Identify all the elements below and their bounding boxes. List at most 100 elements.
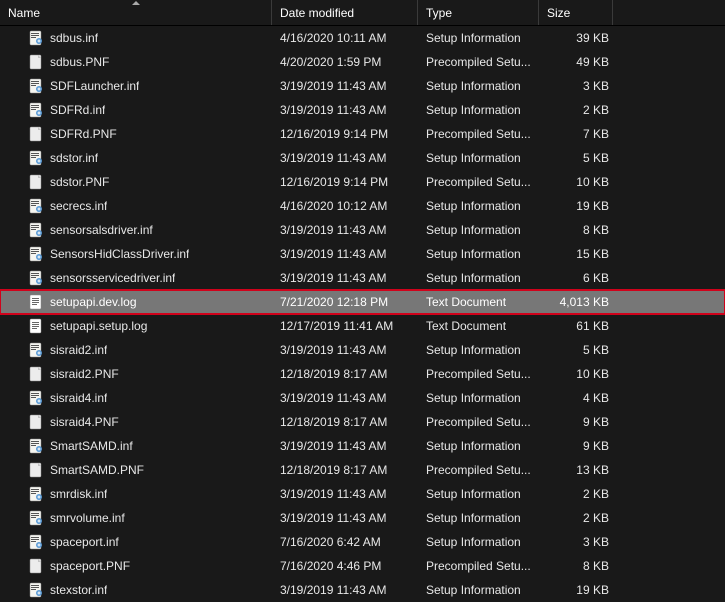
file-row[interactable]: secrecs.inf4/16/2020 10:12 AMSetup Infor… [0, 194, 725, 218]
file-name: smrdisk.inf [50, 487, 107, 501]
file-name: SDFRd.PNF [50, 127, 117, 141]
pnf-file-icon [28, 462, 44, 478]
file-name-cell: sdstor.inf [0, 146, 272, 170]
file-type-cell: Precompiled Setu... [418, 458, 539, 482]
inf-file-icon [28, 222, 44, 238]
file-type-cell: Setup Information [418, 266, 539, 290]
file-size-cell: 5 KB [539, 146, 619, 170]
file-size-cell: 19 KB [539, 194, 619, 218]
file-name-cell: SmartSAMD.PNF [0, 458, 272, 482]
column-header-row: Name Date modified Type Size [0, 0, 725, 26]
file-name-cell: secrecs.inf [0, 194, 272, 218]
file-type-cell: Precompiled Setu... [418, 122, 539, 146]
file-date-cell: 3/19/2019 11:43 AM [272, 434, 418, 458]
file-row[interactable]: sisraid2.inf3/19/2019 11:43 AMSetup Info… [0, 338, 725, 362]
file-row[interactable]: sdstor.PNF12/16/2019 9:14 PMPrecompiled … [0, 170, 725, 194]
file-row[interactable]: SmartSAMD.inf3/19/2019 11:43 AMSetup Inf… [0, 434, 725, 458]
file-row[interactable]: setupapi.setup.log12/17/2019 11:41 AMTex… [0, 314, 725, 338]
file-size-cell: 2 KB [539, 482, 619, 506]
file-type-cell: Setup Information [418, 218, 539, 242]
file-type-cell: Setup Information [418, 194, 539, 218]
file-name-cell: spaceport.inf [0, 530, 272, 554]
file-size-cell: 5 KB [539, 338, 619, 362]
file-row[interactable]: sensorsservicedriver.inf3/19/2019 11:43 … [0, 266, 725, 290]
file-date-cell: 4/16/2020 10:12 AM [272, 194, 418, 218]
file-row[interactable]: SDFLauncher.inf3/19/2019 11:43 AMSetup I… [0, 74, 725, 98]
file-type-cell: Setup Information [418, 530, 539, 554]
file-row[interactable]: SDFRd.inf3/19/2019 11:43 AMSetup Informa… [0, 98, 725, 122]
inf-file-icon [28, 150, 44, 166]
file-name-cell: sensorsservicedriver.inf [0, 266, 272, 290]
column-header-date[interactable]: Date modified [272, 0, 418, 25]
file-row[interactable]: sisraid4.PNF12/18/2019 8:17 AMPrecompile… [0, 410, 725, 434]
file-size-cell: 2 KB [539, 506, 619, 530]
file-row[interactable]: smrvolume.inf3/19/2019 11:43 AMSetup Inf… [0, 506, 725, 530]
file-row[interactable]: sisraid4.inf3/19/2019 11:43 AMSetup Info… [0, 386, 725, 410]
file-name-cell: SensorsHidClassDriver.inf [0, 242, 272, 266]
file-row[interactable]: sdbus.PNF4/20/2020 1:59 PMPrecompiled Se… [0, 50, 725, 74]
file-name: sdstor.inf [50, 151, 98, 165]
inf-file-icon [28, 510, 44, 526]
file-row[interactable]: setupapi.dev.log7/21/2020 12:18 PMText D… [0, 290, 725, 314]
file-row[interactable]: sisraid2.PNF12/18/2019 8:17 AMPrecompile… [0, 362, 725, 386]
column-header-label: Size [547, 6, 570, 20]
file-size-cell: 4,013 KB [539, 290, 619, 314]
file-row[interactable]: smrdisk.inf3/19/2019 11:43 AMSetup Infor… [0, 482, 725, 506]
file-row[interactable]: spaceport.PNF7/16/2020 4:46 PMPrecompile… [0, 554, 725, 578]
file-type-cell: Setup Information [418, 338, 539, 362]
file-row[interactable]: spaceport.inf7/16/2020 6:42 AMSetup Info… [0, 530, 725, 554]
file-row[interactable]: stexstor.inf3/19/2019 11:43 AMSetup Info… [0, 578, 725, 602]
inf-file-icon [28, 270, 44, 286]
file-name-cell: smrdisk.inf [0, 482, 272, 506]
sort-ascending-icon [132, 1, 140, 5]
pnf-file-icon [28, 414, 44, 430]
file-name: setupapi.setup.log [50, 319, 147, 333]
column-header-size[interactable]: Size [539, 0, 613, 25]
file-name-cell: sdbus.inf [0, 26, 272, 50]
file-size-cell: 9 KB [539, 410, 619, 434]
inf-file-icon [28, 486, 44, 502]
file-row[interactable]: sdbus.inf4/16/2020 10:11 AMSetup Informa… [0, 26, 725, 50]
file-name-cell: sisraid4.inf [0, 386, 272, 410]
file-date-cell: 12/18/2019 8:17 AM [272, 458, 418, 482]
file-date-cell: 4/20/2020 1:59 PM [272, 50, 418, 74]
file-name-cell: sdstor.PNF [0, 170, 272, 194]
file-type-cell: Setup Information [418, 242, 539, 266]
file-date-cell: 3/19/2019 11:43 AM [272, 386, 418, 410]
file-type-cell: Setup Information [418, 386, 539, 410]
file-date-cell: 3/19/2019 11:43 AM [272, 506, 418, 530]
file-type-cell: Setup Information [418, 146, 539, 170]
file-size-cell: 8 KB [539, 218, 619, 242]
file-date-cell: 3/19/2019 11:43 AM [272, 98, 418, 122]
file-row[interactable]: SensorsHidClassDriver.inf3/19/2019 11:43… [0, 242, 725, 266]
file-name: SDFLauncher.inf [50, 79, 139, 93]
column-header-label: Type [426, 6, 452, 20]
file-name: stexstor.inf [50, 583, 107, 597]
file-row[interactable]: sensorsalsdriver.inf3/19/2019 11:43 AMSe… [0, 218, 725, 242]
file-name: spaceport.PNF [50, 559, 130, 573]
file-name-cell: sisraid2.PNF [0, 362, 272, 386]
file-name-cell: stexstor.inf [0, 578, 272, 602]
file-row[interactable]: SmartSAMD.PNF12/18/2019 8:17 AMPrecompil… [0, 458, 725, 482]
file-size-cell: 2 KB [539, 98, 619, 122]
file-type-cell: Precompiled Setu... [418, 170, 539, 194]
column-header-name[interactable]: Name [0, 0, 272, 25]
file-size-cell: 49 KB [539, 50, 619, 74]
file-row[interactable]: sdstor.inf3/19/2019 11:43 AMSetup Inform… [0, 146, 725, 170]
pnf-file-icon [28, 174, 44, 190]
inf-file-icon [28, 30, 44, 46]
inf-file-icon [28, 246, 44, 262]
pnf-file-icon [28, 558, 44, 574]
file-row[interactable]: SDFRd.PNF12/16/2019 9:14 PMPrecompiled S… [0, 122, 725, 146]
file-name-cell: SDFRd.PNF [0, 122, 272, 146]
file-size-cell: 8 KB [539, 554, 619, 578]
column-header-type[interactable]: Type [418, 0, 539, 25]
inf-file-icon [28, 438, 44, 454]
column-header-label: Name [8, 6, 40, 20]
file-date-cell: 3/19/2019 11:43 AM [272, 242, 418, 266]
file-date-cell: 3/19/2019 11:43 AM [272, 482, 418, 506]
file-name: smrvolume.inf [50, 511, 125, 525]
file-date-cell: 3/19/2019 11:43 AM [272, 74, 418, 98]
file-type-cell: Text Document [418, 314, 539, 338]
file-name: sdbus.inf [50, 31, 98, 45]
